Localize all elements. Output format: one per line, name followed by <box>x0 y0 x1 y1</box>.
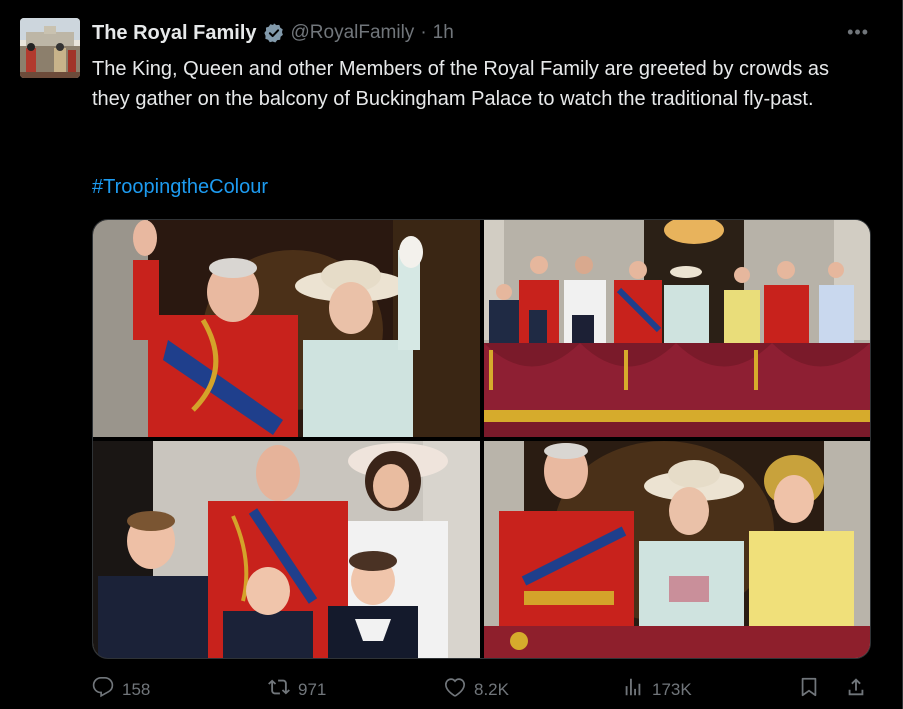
repost-icon <box>268 676 290 703</box>
views-count: 173K <box>652 679 692 699</box>
views-icon <box>622 676 644 703</box>
bookmark-button[interactable] <box>798 676 820 703</box>
reply-count: 158 <box>122 679 151 699</box>
reply-button[interactable]: 158 <box>92 676 150 703</box>
author-handle[interactable]: @RoyalFamily <box>291 22 415 44</box>
bookmark-icon <box>798 676 820 703</box>
tweet-text: The King, Queen and other Members of the… <box>92 58 830 110</box>
photo-king-queen-duchess[interactable] <box>484 441 870 658</box>
media-grid <box>92 219 871 659</box>
reply-icon <box>92 676 114 703</box>
more-icon[interactable]: ••• <box>847 22 869 43</box>
tweet-header: The Royal Family @RoyalFamily · 1h <box>92 20 454 46</box>
photo-king-queen-waving[interactable] <box>93 220 480 437</box>
action-bar: 158 971 8.2K 173K <box>92 676 869 706</box>
hashtag-link[interactable]: #TroopingtheColour <box>92 172 268 202</box>
share-button[interactable] <box>845 676 867 703</box>
separator-dot: · <box>420 22 427 43</box>
photo-prince-princess-children[interactable] <box>93 441 480 658</box>
views-button[interactable]: 173K <box>622 676 692 703</box>
tweet[interactable]: The Royal Family @RoyalFamily · 1h ••• T… <box>0 0 903 709</box>
repost-count: 971 <box>298 679 327 699</box>
timestamp[interactable]: 1h <box>433 22 454 44</box>
like-button[interactable]: 8.2K <box>444 676 509 703</box>
photo-balcony-wide[interactable] <box>484 220 870 437</box>
share-icon <box>845 676 867 703</box>
author-name[interactable]: The Royal Family <box>92 22 257 45</box>
verified-badge-icon <box>263 22 285 44</box>
like-icon <box>444 676 466 703</box>
like-count: 8.2K <box>474 679 509 699</box>
repost-button[interactable]: 971 <box>268 676 326 703</box>
avatar[interactable] <box>20 18 80 78</box>
